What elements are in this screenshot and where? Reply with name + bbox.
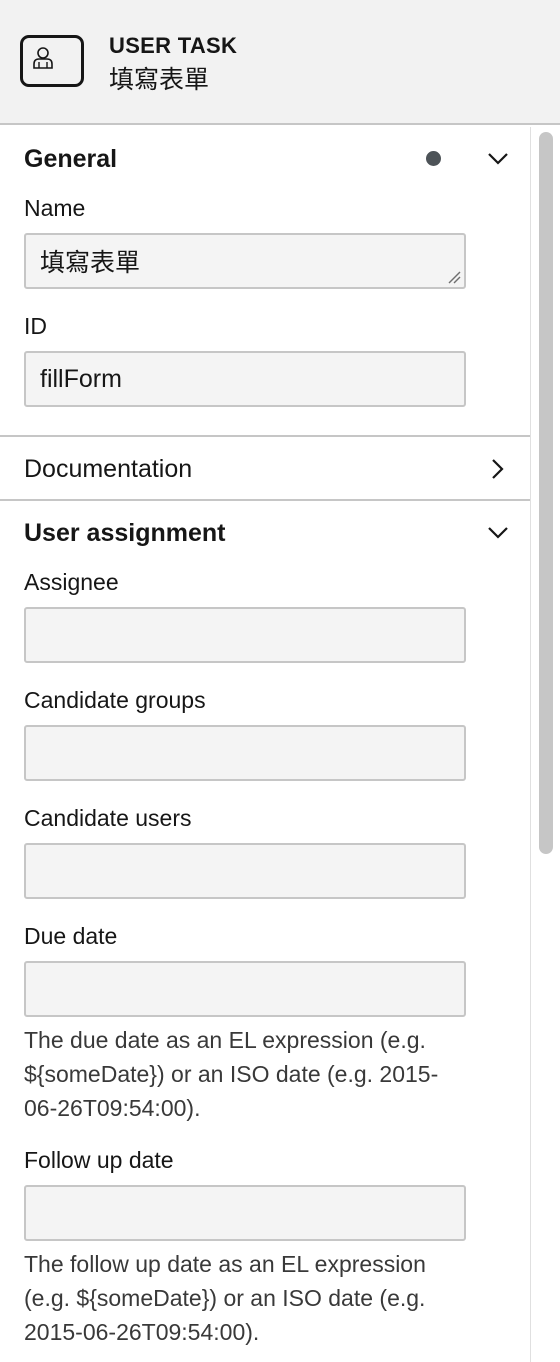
follow-up-date-label: Follow up date xyxy=(24,1147,174,1173)
vertical-scrollbar[interactable] xyxy=(530,127,560,1362)
assignee-field: Assignee xyxy=(0,565,530,663)
chevron-down-icon[interactable] xyxy=(484,145,512,173)
follow-up-date-input[interactable] xyxy=(24,1185,466,1241)
resize-handle-icon[interactable] xyxy=(447,270,461,284)
candidate-groups-input[interactable] xyxy=(24,725,466,781)
assignee-label: Assignee xyxy=(24,569,119,595)
properties-panel: General Name 填寫表單 ID fillForm Documentat… xyxy=(0,127,530,1362)
due-date-label: Due date xyxy=(24,923,118,949)
chevron-down-icon[interactable] xyxy=(484,519,512,547)
candidate-users-label: Candidate users xyxy=(24,805,192,831)
id-label: ID xyxy=(24,313,47,339)
group-general: General Name 填寫表單 ID fillForm xyxy=(0,127,530,437)
name-label: Name xyxy=(24,195,86,221)
name-textarea[interactable]: 填寫表單 xyxy=(24,233,466,289)
group-general-header[interactable]: General xyxy=(0,127,530,191)
candidate-users-field: Candidate users xyxy=(0,801,530,899)
assignee-input[interactable] xyxy=(24,607,466,663)
id-input[interactable]: fillForm xyxy=(24,351,466,407)
due-date-field: Due date The due date as an EL expressio… xyxy=(0,919,530,1125)
group-user-assignment-header[interactable]: User assignment xyxy=(0,501,530,565)
id-field: ID fillForm xyxy=(0,309,530,407)
properties-header: USER TASK 填寫表單 xyxy=(0,0,560,125)
data-marker-dot xyxy=(426,151,441,166)
group-documentation-header[interactable]: Documentation xyxy=(0,437,530,501)
group-user-assignment: User assignment Assignee Candidate group… xyxy=(0,501,530,1349)
user-task-icon xyxy=(20,35,84,87)
group-general-title: General xyxy=(24,144,118,173)
candidate-groups-field: Candidate groups xyxy=(0,683,530,781)
element-type-label: USER TASK xyxy=(109,33,238,58)
group-documentation-title: Documentation xyxy=(24,454,193,483)
name-value: 填寫表單 xyxy=(40,249,141,277)
follow-up-date-description: The follow up date as an EL expression (… xyxy=(24,1251,426,1345)
chevron-right-icon[interactable] xyxy=(484,455,512,483)
follow-up-date-field: Follow up date The follow up date as an … xyxy=(0,1143,530,1349)
element-name-label: 填寫表單 xyxy=(109,66,210,94)
group-user-assignment-title: User assignment xyxy=(24,518,226,547)
due-date-description: The due date as an EL expression (e.g. $… xyxy=(24,1027,439,1121)
candidate-groups-label: Candidate groups xyxy=(24,687,206,713)
name-field: Name 填寫表單 xyxy=(0,191,530,289)
group-documentation: Documentation xyxy=(0,437,530,501)
id-value: fillForm xyxy=(40,364,122,393)
due-date-input[interactable] xyxy=(24,961,466,1017)
scrollbar-thumb[interactable] xyxy=(539,132,553,854)
candidate-users-input[interactable] xyxy=(24,843,466,899)
